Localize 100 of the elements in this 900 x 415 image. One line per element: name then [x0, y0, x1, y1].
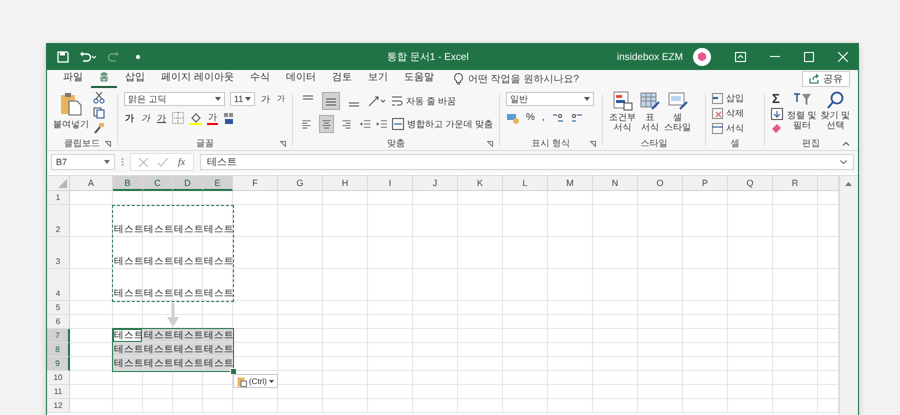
ribbon-tab[interactable]: 삽입	[117, 70, 153, 88]
customize-icon[interactable]	[135, 54, 141, 60]
row-header[interactable]: 1	[47, 191, 70, 205]
format-painter-icon[interactable]	[93, 122, 105, 134]
paste-button[interactable]: 붙여넣기	[53, 90, 89, 137]
increase-indent-icon[interactable]	[376, 118, 387, 130]
scissors-icon[interactable]	[93, 92, 105, 104]
collapse-ribbon-icon[interactable]	[842, 141, 850, 146]
formula-field[interactable]: 테스트	[200, 154, 854, 170]
bold-button[interactable]: 가	[124, 111, 135, 125]
column-header[interactable]: Q	[728, 176, 773, 191]
column-header[interactable]: F	[233, 176, 278, 191]
row-header[interactable]: 10	[47, 371, 70, 385]
format-cells-button[interactable]: 서식	[712, 122, 758, 135]
copy-icon[interactable]	[93, 107, 105, 119]
row-header[interactable]: 7	[47, 329, 70, 343]
ribbon-display-icon[interactable]	[735, 52, 746, 62]
format-table-button[interactable]: 표 서식	[640, 90, 660, 137]
find-select-button[interactable]: 찾기 및 선택	[820, 90, 850, 137]
horizontal-align-icon[interactable]	[319, 115, 334, 133]
increase-decimal-icon[interactable]	[550, 112, 565, 124]
eraser-icon[interactable]	[771, 123, 783, 133]
column-header[interactable]: M	[548, 176, 593, 191]
row-header[interactable]: 3	[47, 237, 70, 269]
ribbon-tab[interactable]: 도움말	[396, 70, 442, 88]
close-icon[interactable]	[838, 52, 848, 62]
number-format-field[interactable]: 일반	[506, 92, 594, 106]
ribbon-tab[interactable]: 페이지 레이아웃	[153, 70, 242, 88]
decrease-indent-icon[interactable]	[359, 118, 371, 130]
percent-button[interactable]: %	[525, 111, 536, 125]
column-header[interactable]: D	[173, 176, 203, 191]
row-header[interactable]: 6	[47, 315, 70, 329]
grow-font-button[interactable]: 가	[260, 92, 271, 106]
italic-button[interactable]: 가	[140, 111, 151, 125]
scroll-up-icon[interactable]	[845, 182, 852, 186]
column-header[interactable]: R	[773, 176, 818, 191]
column-header[interactable]: N	[593, 176, 638, 191]
column-header[interactable]: O	[638, 176, 683, 191]
sort-filter-button[interactable]: 정렬 및 필터	[787, 90, 817, 137]
fill-color-icon[interactable]	[189, 112, 202, 124]
column-header[interactable]: C	[143, 176, 173, 191]
insert-cells-button[interactable]: 삽입	[712, 92, 758, 105]
share-button[interactable]: 공유	[802, 71, 850, 87]
dialog-launcher-icon[interactable]	[105, 141, 111, 147]
maximize-icon[interactable]	[804, 52, 814, 62]
fill-down-icon[interactable]	[771, 108, 783, 120]
column-header[interactable]: I	[368, 176, 413, 191]
ribbon-tab[interactable]: 보기	[360, 70, 396, 88]
column-header[interactable]: K	[458, 176, 503, 191]
row-header[interactable]: 11	[47, 385, 70, 399]
dialog-launcher-icon[interactable]	[590, 141, 596, 147]
font-color-button[interactable]: 가	[207, 112, 218, 124]
fill-handle[interactable]	[230, 368, 237, 375]
column-header[interactable]: H	[323, 176, 368, 191]
orientation-icon[interactable]	[368, 95, 386, 107]
avatar-icon[interactable]	[693, 48, 711, 66]
ribbon-tab[interactable]: 파일	[55, 70, 91, 88]
ribbon-tab[interactable]: 검토	[324, 70, 360, 88]
row-header[interactable]: 5	[47, 301, 70, 315]
merge-center-button[interactable]: 병합하고 가운데 맞춤	[392, 118, 493, 130]
row-header[interactable]: 4	[47, 269, 70, 301]
currency-icon[interactable]	[506, 112, 520, 124]
column-header[interactable]: P	[683, 176, 728, 191]
conditional-format-button[interactable]: 조건부 서식	[609, 90, 636, 137]
cell-styles-button[interactable]: 셀 스타일	[664, 90, 691, 137]
save-icon[interactable]	[57, 51, 69, 63]
column-header[interactable]: A	[70, 176, 113, 191]
font-name-field[interactable]: 맑은 고딕	[124, 92, 225, 106]
column-header[interactable]: J	[413, 176, 458, 191]
vertical-scrollbar[interactable]	[839, 176, 858, 415]
borders-icon[interactable]	[172, 112, 184, 124]
account-name[interactable]: insidebox EZM	[616, 52, 683, 62]
vertical-align-icon[interactable]	[322, 92, 340, 110]
font-size-field[interactable]: 11	[230, 92, 255, 106]
comma-button[interactable]: ,	[540, 111, 546, 125]
underline-button[interactable]: 가	[156, 111, 167, 125]
undo-icon[interactable]	[79, 51, 97, 63]
insert-function-button[interactable]: fx	[178, 156, 186, 168]
column-header[interactable]: G	[278, 176, 323, 191]
row-header[interactable]: 9	[47, 357, 70, 371]
wrap-text-button[interactable]: 자동 줄 바꿈	[391, 94, 456, 108]
ribbon-tab[interactable]: 수식	[242, 70, 278, 88]
ribbon-tab[interactable]: 데이터	[278, 70, 324, 88]
row-header[interactable]: 2	[47, 205, 70, 237]
autosum-button[interactable]: Σ	[771, 92, 781, 105]
column-header[interactable]: B	[113, 176, 143, 191]
row-header[interactable]: 8	[47, 343, 70, 357]
row-header[interactable]: 12	[47, 399, 70, 413]
dialog-launcher-icon[interactable]	[487, 141, 493, 147]
shrink-font-button[interactable]: 가	[276, 92, 286, 106]
decrease-decimal-icon[interactable]	[570, 112, 584, 124]
paste-options-button[interactable]: (Ctrl)	[233, 374, 278, 388]
column-header[interactable]: L	[503, 176, 548, 191]
name-box[interactable]: B7	[51, 154, 115, 170]
tell-me-field[interactable]: 어떤 작업을 원하시나요?	[468, 74, 648, 84]
phonetic-icon[interactable]	[223, 112, 235, 124]
delete-cells-button[interactable]: 삭제	[712, 107, 758, 120]
minimize-icon[interactable]	[770, 56, 780, 58]
dialog-launcher-icon[interactable]	[280, 141, 286, 147]
column-header[interactable]: E	[203, 176, 233, 191]
